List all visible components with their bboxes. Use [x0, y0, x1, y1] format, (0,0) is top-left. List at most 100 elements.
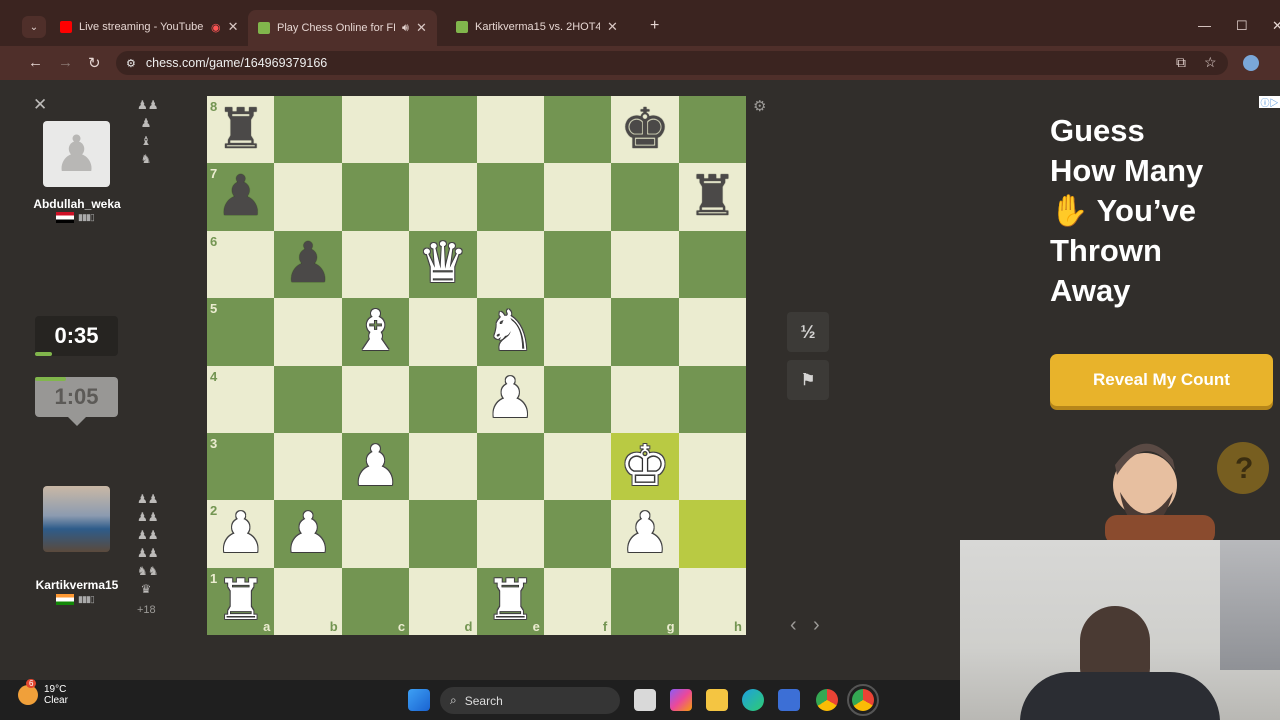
square-g8[interactable]: ♚: [611, 96, 679, 164]
reveal-count-button[interactable]: Reveal My Count: [1050, 354, 1273, 406]
square-a6[interactable]: 6: [207, 230, 275, 299]
square-d5[interactable]: [409, 298, 477, 366]
close-icon[interactable]: ✕: [33, 95, 47, 115]
square-h1[interactable]: h: [678, 567, 746, 635]
white-pawn-piece[interactable]: ♟: [350, 438, 400, 495]
square-g2[interactable]: ♟: [611, 500, 679, 568]
square-b7[interactable]: [274, 163, 342, 231]
square-f5[interactable]: [543, 298, 612, 366]
tab-game-archive[interactable]: Kartikverma15 vs. 2HOT4U17 | Chess ✕: [446, 12, 628, 42]
file-explorer-icon[interactable]: [706, 689, 728, 711]
square-e7[interactable]: [476, 163, 544, 231]
minimize-icon[interactable]: —: [1198, 18, 1211, 33]
square-g3[interactable]: ♚: [611, 432, 679, 501]
square-g1[interactable]: g: [611, 567, 679, 635]
tab-search-button[interactable]: ⌄: [22, 16, 46, 38]
bottom-player-name[interactable]: Kartikverma15: [27, 578, 127, 592]
square-b8[interactable]: [274, 96, 342, 164]
square-h5[interactable]: [678, 298, 746, 366]
white-rook-piece[interactable]: ♜: [485, 573, 535, 629]
black-rook-piece[interactable]: ♜: [687, 169, 737, 225]
square-e8[interactable]: [476, 96, 544, 164]
square-d7[interactable]: [409, 163, 477, 231]
black-rook-piece[interactable]: ♜: [216, 101, 266, 158]
bookmark-star-icon[interactable]: ☆: [1204, 54, 1217, 71]
white-pawn-piece[interactable]: ♟: [283, 505, 333, 562]
square-e2[interactable]: [476, 500, 544, 568]
close-tab-icon[interactable]: ✕: [228, 19, 239, 35]
square-c2[interactable]: [341, 500, 410, 568]
square-a7[interactable]: 7 ♟: [207, 163, 275, 231]
square-g6[interactable]: [611, 230, 679, 299]
square-d4[interactable]: [409, 365, 477, 433]
tab-play-chess[interactable]: Play Chess Online for FREE 🔊︎ ✕: [248, 10, 437, 46]
square-f7[interactable]: [543, 163, 612, 231]
install-app-icon[interactable]: ⧉: [1176, 54, 1186, 71]
square-e6[interactable]: [476, 230, 544, 299]
copilot-icon[interactable]: [670, 689, 692, 711]
weather-widget[interactable]: 6 19°C Clear: [18, 679, 68, 706]
square-h8[interactable]: [678, 96, 746, 164]
square-c3[interactable]: ♟: [341, 432, 410, 501]
square-g7[interactable]: [611, 163, 679, 231]
forward-arrow-icon[interactable]: →: [58, 54, 73, 71]
edge-browser-icon[interactable]: [742, 689, 764, 711]
chess-board[interactable]: 8 ♜ ♚ 7 ♟ ♜ 6 ♟ ♛ 5 ♝ ♞ 4 ♟ 3 ♟ ♚ 2 ♟ ♟ ♟ 1 a ♜ b c d e ♜ f g h: [207, 96, 746, 635]
windows-start-icon[interactable]: [408, 689, 430, 711]
new-tab-button[interactable]: +: [650, 17, 659, 35]
square-c8[interactable]: [341, 96, 410, 164]
offer-draw-button[interactable]: ½: [787, 312, 829, 352]
bottom-player-avatar[interactable]: [43, 486, 110, 552]
square-g4[interactable]: [611, 365, 679, 433]
square-a8[interactable]: 8 ♜: [207, 96, 275, 164]
white-bishop-piece[interactable]: ♝: [350, 303, 400, 360]
close-tab-icon[interactable]: ✕: [607, 19, 618, 35]
square-b4[interactable]: [274, 365, 342, 433]
square-h2[interactable]: [678, 500, 746, 568]
square-b6[interactable]: ♟: [274, 230, 342, 299]
white-pawn-piece[interactable]: ♟: [216, 505, 266, 562]
audio-icon[interactable]: 🔊︎: [402, 22, 409, 35]
square-f8[interactable]: [543, 96, 612, 164]
reload-icon[interactable]: ↻: [88, 54, 101, 72]
next-move-icon[interactable]: ›: [813, 614, 820, 637]
square-f6[interactable]: [543, 230, 612, 299]
square-b1[interactable]: b: [274, 567, 342, 635]
address-bar[interactable]: ⚙ chess.com/game/164969379166: [116, 51, 1228, 75]
square-b2[interactable]: ♟: [274, 500, 342, 568]
white-knight-piece[interactable]: ♞: [485, 303, 535, 360]
close-window-icon[interactable]: ✕: [1272, 18, 1280, 34]
previous-move-icon[interactable]: ‹: [790, 614, 797, 637]
black-pawn-piece[interactable]: ♟: [283, 236, 333, 292]
square-a2[interactable]: 2 ♟: [207, 500, 275, 568]
square-h3[interactable]: [678, 432, 746, 501]
square-b3[interactable]: [274, 432, 342, 501]
square-c6[interactable]: [341, 230, 410, 299]
square-d2[interactable]: [409, 500, 477, 568]
site-info-icon[interactable]: ⚙: [126, 57, 136, 70]
back-arrow-icon[interactable]: ←: [28, 54, 43, 71]
white-king-piece[interactable]: ♚: [620, 438, 670, 495]
square-e3[interactable]: [476, 432, 544, 501]
square-e1[interactable]: e ♜: [476, 567, 544, 635]
square-d3[interactable]: [409, 432, 477, 501]
square-b5[interactable]: [274, 298, 342, 366]
taskbar-search[interactable]: ⌕ Search: [440, 687, 620, 714]
tab-youtube-studio[interactable]: Live streaming - YouTube Studio ◉ ✕: [50, 12, 249, 42]
square-a4[interactable]: 4: [207, 365, 275, 433]
square-f3[interactable]: [543, 432, 612, 501]
ad-info-icon[interactable]: ⓘ▷: [1259, 96, 1280, 108]
square-h7[interactable]: ♜: [678, 163, 746, 231]
black-king-piece[interactable]: ♚: [620, 101, 670, 158]
close-tab-icon[interactable]: ✕: [416, 20, 427, 36]
black-pawn-piece[interactable]: ♟: [216, 169, 266, 225]
microsoft-store-icon[interactable]: [778, 689, 800, 711]
square-e4[interactable]: ♟: [476, 365, 544, 433]
square-e5[interactable]: ♞: [476, 298, 544, 366]
square-a1[interactable]: 1 a ♜: [207, 567, 275, 635]
white-pawn-piece[interactable]: ♟: [485, 371, 535, 427]
top-player-avatar[interactable]: ♟: [43, 121, 110, 187]
square-g5[interactable]: [611, 298, 679, 366]
square-d1[interactable]: d: [409, 567, 477, 635]
white-pawn-piece[interactable]: ♟: [620, 505, 670, 562]
